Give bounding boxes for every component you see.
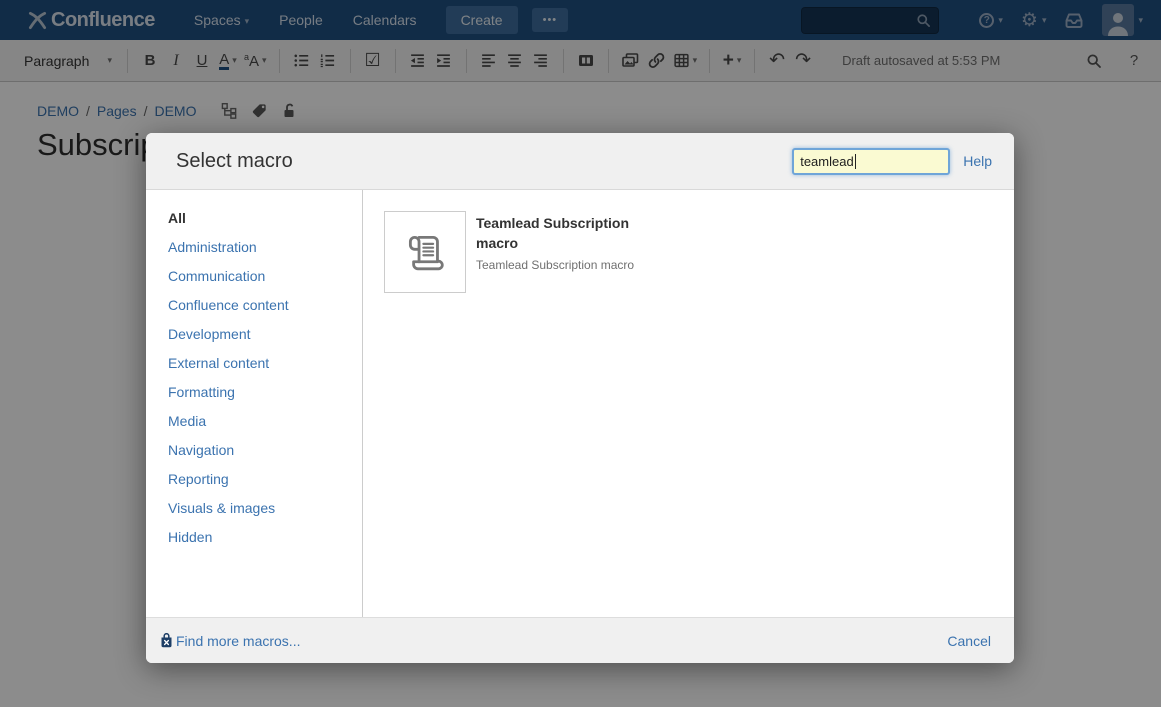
- select-macro-dialog: Select macro teamlead Help All Administr…: [146, 133, 1014, 663]
- text-cursor: [855, 154, 856, 169]
- dialog-header: Select macro teamlead Help: [146, 133, 1014, 190]
- macro-results: Teamlead Subscription macro Teamlead Sub…: [363, 190, 1014, 617]
- dialog-help-link[interactable]: Help: [963, 153, 992, 169]
- category-administration[interactable]: Administration: [168, 233, 362, 262]
- dialog-title: Select macro: [176, 150, 293, 173]
- category-communication[interactable]: Communication: [168, 262, 362, 291]
- category-external-content[interactable]: External content: [168, 349, 362, 378]
- category-reporting[interactable]: Reporting: [168, 465, 362, 494]
- macro-icon-box: [384, 211, 466, 293]
- macro-result-item[interactable]: Teamlead Subscription macro Teamlead Sub…: [384, 211, 1014, 293]
- dialog-footer: Find more macros... Cancel: [146, 617, 1014, 663]
- category-confluence-content[interactable]: Confluence content: [168, 291, 362, 320]
- category-formatting[interactable]: Formatting: [168, 378, 362, 407]
- dialog-body: All Administration Communication Conflue…: [146, 190, 1014, 617]
- marketplace-icon: [160, 633, 173, 648]
- category-development[interactable]: Development: [168, 320, 362, 349]
- cancel-button[interactable]: Cancel: [947, 633, 991, 649]
- macro-category-list: All Administration Communication Conflue…: [146, 190, 363, 617]
- macro-text: Teamlead Subscription macro Teamlead Sub…: [476, 211, 666, 293]
- category-visuals-images[interactable]: Visuals & images: [168, 494, 362, 523]
- macro-title: Teamlead Subscription macro: [476, 213, 666, 253]
- scroll-icon: [399, 226, 451, 278]
- category-hidden[interactable]: Hidden: [168, 523, 362, 552]
- macro-search-value: teamlead: [800, 154, 853, 169]
- find-more-macros-link[interactable]: Find more macros...: [160, 633, 300, 649]
- macro-description: Teamlead Subscription macro: [476, 258, 666, 273]
- category-media[interactable]: Media: [168, 407, 362, 436]
- category-navigation[interactable]: Navigation: [168, 436, 362, 465]
- macro-search-input[interactable]: teamlead: [792, 148, 950, 175]
- category-all[interactable]: All: [168, 204, 362, 233]
